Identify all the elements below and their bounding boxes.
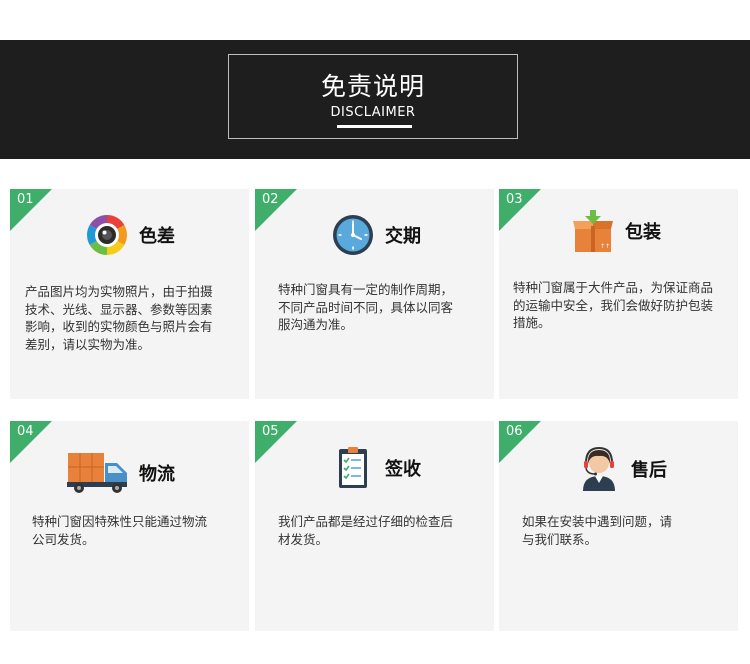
card-after-sales: 06 售后 如果在安装中遇到问题，请 与我们联系。 xyxy=(499,421,738,631)
card-title: 物流 xyxy=(139,464,175,485)
card-description: 我们产品都是经过仔细的检查后 材发货。 xyxy=(278,514,454,547)
card-number: 06 xyxy=(506,424,523,439)
card-number: 01 xyxy=(17,192,34,207)
card-title: 色差 xyxy=(139,226,175,247)
delivery-truck-icon xyxy=(67,453,127,493)
page-subtitle: DISCLAIMER xyxy=(330,105,416,120)
card-logistics: 04 物流 特种门窗因特殊性只能通过物流 公司发货。 xyxy=(10,421,249,631)
card-header: 色差 xyxy=(85,213,175,257)
card-header: 售后 xyxy=(577,447,667,491)
card-title: 包装 xyxy=(625,222,661,243)
card-number: 03 xyxy=(506,192,523,207)
clipboard-checklist-icon xyxy=(339,447,367,488)
card-description: 特种门窗因特殊性只能通过物流 公司发货。 xyxy=(32,514,208,547)
clock-icon xyxy=(333,215,373,255)
camera-lens-icon xyxy=(87,215,127,255)
package-box-icon: ↑↑ xyxy=(573,210,613,252)
header-frame: 免责说明 DISCLAIMER xyxy=(228,54,518,139)
card-title: 签收 xyxy=(385,459,421,480)
card-title: 交期 xyxy=(385,226,421,247)
card-header: ↑↑ 包装 xyxy=(571,209,661,253)
header-banner: 免责说明 DISCLAIMER xyxy=(0,40,750,159)
card-header: 签收 xyxy=(331,446,421,490)
svg-text:↑↑: ↑↑ xyxy=(600,243,610,250)
card-description: 特种门窗属于大件产品，为保证商品 的运输中安全，我们会做好防护包装 措施。 xyxy=(513,280,714,330)
card-receipt: 05 签收 我们产品都是经过仔细的检查后 材发货。 xyxy=(255,421,494,631)
card-description: 如果在安装中遇到问题，请 与我们联系。 xyxy=(522,514,673,547)
page-title: 免责说明 xyxy=(320,72,425,101)
card-lead-time: 02 交期 特种门窗具有一定的制作周期， 不同产品时间不同，具体以同客 服沟通为… xyxy=(255,189,494,399)
card-description: 特种门窗具有一定的制作周期， 不同产品时间不同，具体以同客 服沟通为准。 xyxy=(278,282,454,332)
card-title: 售后 xyxy=(631,460,667,481)
card-number: 05 xyxy=(262,424,279,439)
subtitle-underline xyxy=(337,125,412,128)
card-description: 产品图片均为实物照片，由于拍摄 技术、光线、显示器、参数等因素 影响，收到的实物… xyxy=(25,284,213,352)
card-packaging: 03 ↑↑ 包装 特种门窗属于大件产品，为保证商品 的运输中安全，我们会做好防护… xyxy=(499,189,738,399)
card-color-difference: 01 色差 产品图片均为实物照片，由于拍摄 技术、光线、显示器、参数等因素 影响… xyxy=(10,189,249,399)
customer-service-icon xyxy=(583,447,615,491)
card-header: 交期 xyxy=(331,213,421,257)
card-number: 02 xyxy=(262,192,279,207)
card-number: 04 xyxy=(17,424,34,439)
card-header: 物流 xyxy=(67,451,175,495)
